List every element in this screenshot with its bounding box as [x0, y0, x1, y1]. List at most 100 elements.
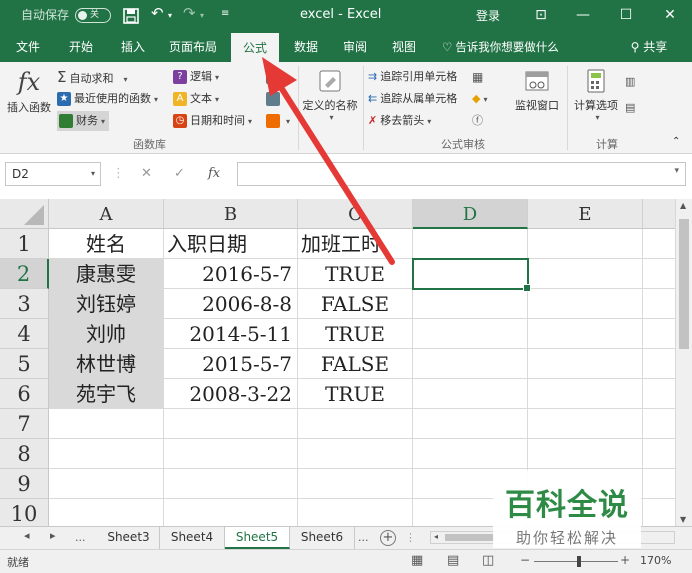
row-header-5[interactable]: 5 [0, 349, 49, 379]
cell-b5[interactable]: 2015-5-7 [164, 349, 298, 379]
normal-view-icon[interactable]: ▦ [411, 553, 423, 568]
row-header-1[interactable]: 1 [0, 229, 49, 259]
row-header-7[interactable]: 7 [0, 409, 49, 439]
ribbon-display-icon[interactable]: ⊡ [526, 4, 556, 26]
trace-precedents-button[interactable]: ⇉ 追踪引用单元格 [368, 67, 457, 87]
tab-insert[interactable]: 插入 [113, 32, 153, 62]
recent-functions-button[interactable]: ★ 最近使用的函数 ▾ [57, 89, 158, 109]
sheet-tab-sheet5[interactable]: Sheet5 [225, 527, 290, 549]
cell[interactable] [298, 499, 413, 526]
lookup-button[interactable]: ▾ [266, 67, 290, 87]
calculate-now-icon[interactable]: ▥ [625, 72, 635, 92]
collapse-ribbon-icon[interactable]: ⌃ [672, 132, 680, 152]
cell[interactable] [164, 439, 298, 469]
maximize-icon[interactable]: ☐ [611, 4, 641, 26]
column-header-d[interactable]: D [413, 199, 528, 229]
calculate-sheet-icon[interactable]: ▤ [625, 98, 635, 118]
defined-names-button[interactable]: 定义的名称 ▾ [300, 68, 360, 122]
undo-icon[interactable]: ↶ [151, 4, 164, 22]
zoom-level[interactable]: 170% [640, 554, 671, 567]
math-button[interactable]: ▾ [266, 89, 290, 109]
cell[interactable] [528, 319, 643, 349]
undo-dropdown-icon[interactable]: ▾ [168, 11, 172, 20]
share-button[interactable]: ⚲ 共享 [621, 36, 677, 58]
cell[interactable] [528, 439, 643, 469]
cell[interactable] [528, 349, 643, 379]
more-functions-button[interactable]: ▾ [266, 111, 290, 131]
expand-formula-icon[interactable]: ▾ [674, 166, 679, 176]
cell-b6[interactable]: 2008-3-22 [164, 379, 298, 409]
tab-data[interactable]: 数据 [286, 32, 326, 62]
cell-c5[interactable]: FALSE [298, 349, 413, 379]
cell-a5[interactable]: 林世博 [49, 349, 164, 379]
cell-b2[interactable]: 2016-5-7 [164, 259, 298, 289]
save-icon[interactable] [123, 8, 139, 24]
cell-a3[interactable]: 刘钰婷 [49, 289, 164, 319]
sheet-tab-sheet6[interactable]: Sheet6 [290, 527, 355, 549]
cell[interactable] [528, 289, 643, 319]
sheet-tab-sheet3[interactable]: Sheet3 [98, 527, 160, 549]
tab-file[interactable]: 文件 [8, 32, 48, 62]
zoom-in-icon[interactable]: + [620, 553, 630, 567]
customize-qat-icon[interactable]: ≡ [221, 8, 229, 19]
row-header-10[interactable]: 10 [0, 499, 49, 526]
sheet-more-left[interactable]: ... [75, 531, 86, 544]
page-layout-view-icon[interactable]: ▤ [447, 553, 459, 568]
sheet-more-right[interactable]: ... [358, 531, 369, 544]
minimize-icon[interactable]: — [568, 4, 598, 26]
name-box[interactable]: D2 ▾ [5, 162, 101, 186]
cell[interactable] [528, 229, 643, 259]
formula-input[interactable]: ▾ [237, 162, 686, 186]
cell[interactable] [528, 379, 643, 409]
column-header-a[interactable]: A [49, 199, 164, 229]
row-header-2[interactable]: 2 [0, 259, 49, 289]
column-header-c[interactable]: C [298, 199, 413, 229]
evaluate-formula-icon[interactable]: ⓕ [472, 111, 483, 131]
vertical-scrollbar[interactable]: ▲ ▼ [675, 199, 692, 526]
cell[interactable] [164, 409, 298, 439]
tab-review[interactable]: 审阅 [335, 32, 375, 62]
text-functions-button[interactable]: A 文本 ▾ [173, 89, 219, 109]
cell-c6[interactable]: TRUE [298, 379, 413, 409]
scroll-left-icon[interactable]: ◂ [434, 532, 438, 541]
cell[interactable] [298, 439, 413, 469]
insert-function-button[interactable]: fx 插入函数 [5, 68, 53, 115]
cancel-icon[interactable]: ✕ [141, 166, 152, 181]
enter-icon[interactable]: ✓ [174, 166, 185, 181]
name-box-dropdown-icon[interactable]: ▾ [91, 163, 95, 185]
zoom-out-icon[interactable]: − [520, 553, 530, 567]
close-icon[interactable]: ✕ [655, 4, 685, 26]
horizontal-scroll-thumb[interactable] [445, 534, 495, 541]
zoom-slider[interactable] [534, 561, 618, 562]
cell[interactable] [413, 229, 528, 259]
vertical-scroll-thumb[interactable] [679, 219, 689, 349]
cell[interactable] [413, 409, 528, 439]
column-header-b[interactable]: B [164, 199, 298, 229]
cell[interactable] [413, 289, 528, 319]
row-header-9[interactable]: 9 [0, 469, 49, 499]
cell[interactable] [49, 499, 164, 526]
cell[interactable] [413, 379, 528, 409]
cell-a6[interactable]: 苑宇飞 [49, 379, 164, 409]
tab-formulas[interactable]: 公式 [231, 32, 279, 62]
login-link[interactable]: 登录 [476, 7, 500, 24]
autosave-toggle[interactable]: 关 [75, 8, 111, 23]
cell[interactable] [528, 409, 643, 439]
cell-a4[interactable]: 刘帅 [49, 319, 164, 349]
insert-function-icon[interactable]: fx [208, 166, 220, 181]
sheet-tab-sheet4[interactable]: Sheet4 [160, 527, 225, 549]
sheet-next-icon[interactable]: ▸ [50, 529, 56, 542]
active-cell-border[interactable] [412, 258, 531, 292]
row-header-8[interactable]: 8 [0, 439, 49, 469]
tab-page-layout[interactable]: 页面布局 [164, 32, 222, 62]
autosum-button[interactable]: Σ 自动求和 ▾ [57, 67, 128, 87]
tab-home[interactable]: 开始 [61, 32, 101, 62]
scroll-up-icon[interactable]: ▲ [680, 201, 686, 210]
logical-button[interactable]: ? 逻辑 ▾ [173, 67, 219, 87]
cell-c4[interactable]: TRUE [298, 319, 413, 349]
error-checking-icon[interactable]: ◆ ▾ [472, 89, 487, 109]
row-header-3[interactable]: 3 [0, 289, 49, 319]
trace-dependents-button[interactable]: ⇇ 追踪从属单元格 [368, 89, 457, 109]
show-formulas-icon[interactable]: ▦ [472, 67, 483, 87]
cell[interactable] [49, 439, 164, 469]
